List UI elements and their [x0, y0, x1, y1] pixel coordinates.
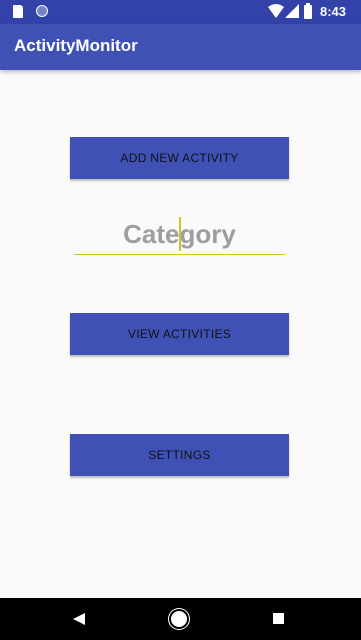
navigation-bar [0, 598, 361, 640]
category-input[interactable]: Category [74, 214, 285, 255]
status-time: 8:43 [320, 4, 347, 19]
home-icon[interactable] [171, 611, 187, 627]
view-activities-label: VIEW ACTIVITIES [127, 327, 232, 341]
settings-label: SETTINGS [148, 448, 211, 462]
sd-card-icon [13, 5, 23, 18]
circle-icon [36, 5, 48, 17]
app-bar: ActivityMonitor [0, 24, 361, 70]
wifi-icon [268, 4, 284, 18]
view-activities-button[interactable]: VIEW ACTIVITIES [70, 313, 289, 355]
settings-button[interactable]: SETTINGS [70, 434, 289, 476]
app-title: ActivityMonitor [14, 36, 138, 55]
battery-icon [304, 3, 312, 19]
back-icon[interactable] [73, 613, 85, 625]
add-new-activity-label: ADD NEW ACTIVITY [120, 151, 239, 165]
recents-icon[interactable] [273, 613, 284, 624]
add-new-activity-button[interactable]: ADD NEW ACTIVITY [70, 137, 289, 179]
status-bar: 8:43 [0, 0, 361, 24]
signal-icon [285, 4, 299, 18]
text-cursor [179, 217, 181, 251]
